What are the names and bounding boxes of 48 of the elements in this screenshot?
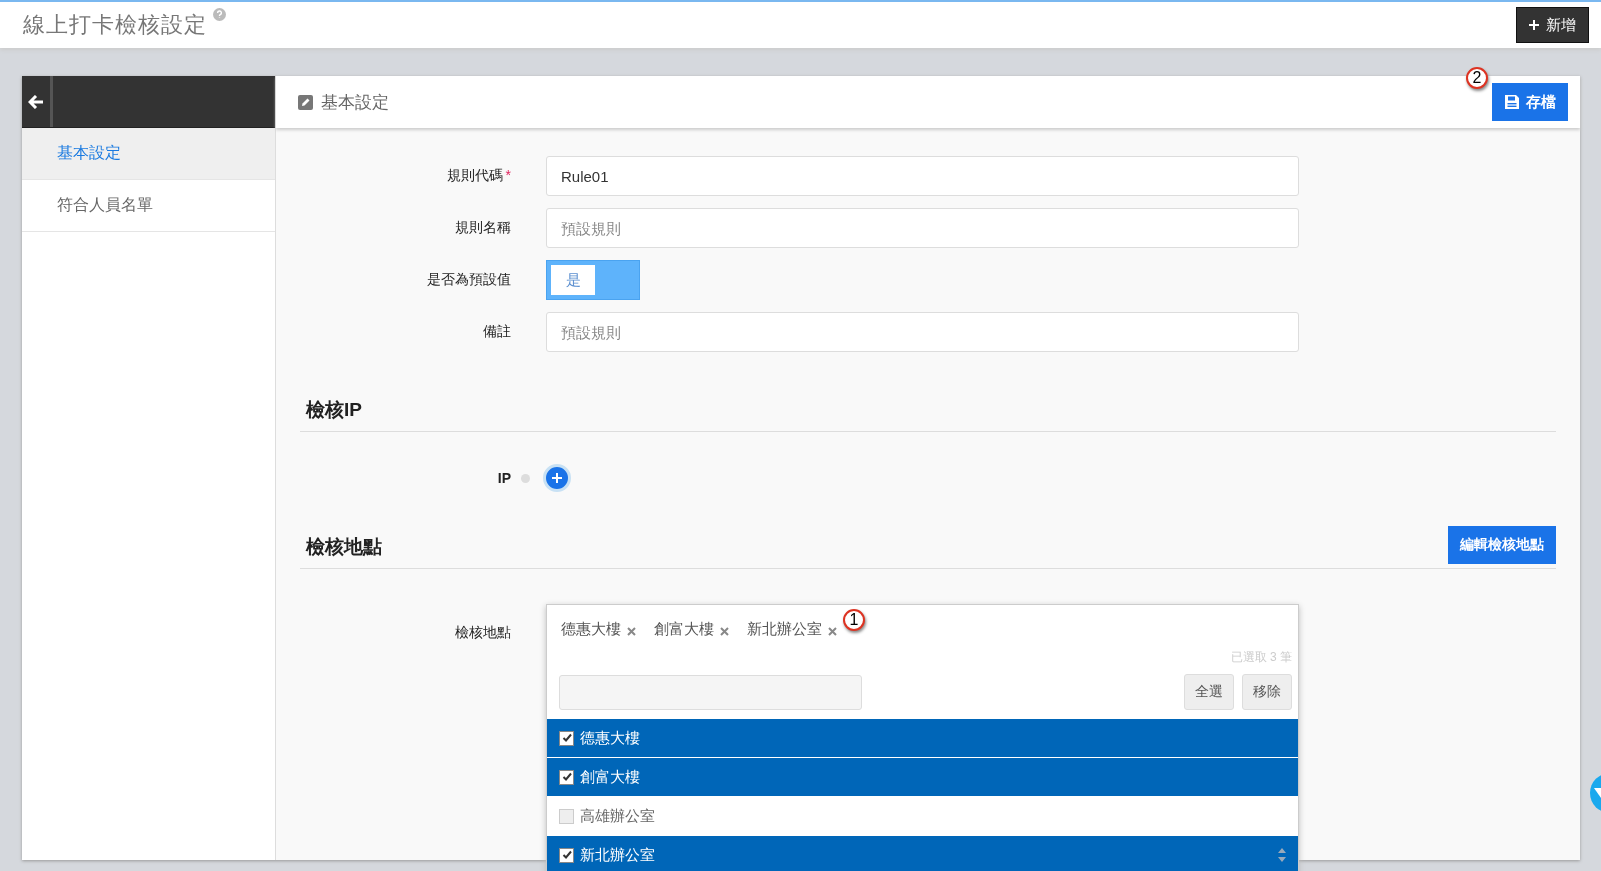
remove-button[interactable]: 移除 xyxy=(1242,674,1292,710)
close-icon[interactable] xyxy=(627,626,636,636)
checkbox[interactable] xyxy=(559,769,574,785)
field-label: 檢核地點 xyxy=(455,624,511,642)
section-title: 檢核IP xyxy=(306,397,362,422)
selected-tag: 德惠大樓 xyxy=(561,619,621,639)
field-label: 是否為預設值 xyxy=(427,271,511,289)
save-button[interactable]: 存檔 xyxy=(1492,83,1568,121)
left-arrow-icon xyxy=(28,94,44,109)
option-item[interactable]: 高雄辦公室 xyxy=(547,796,1298,835)
option-item[interactable]: 創富大樓 xyxy=(547,757,1298,796)
close-icon[interactable] xyxy=(720,626,729,636)
add-ip-button[interactable] xyxy=(543,464,571,492)
scroll-arrows-icon xyxy=(1278,848,1286,862)
option-item[interactable]: 德惠大樓 xyxy=(547,718,1298,757)
text-field[interactable]: 預設規則 xyxy=(546,208,1299,248)
selected-tag: 創富大樓 xyxy=(654,619,714,639)
field-label: IP xyxy=(497,470,511,486)
close-icon[interactable] xyxy=(828,626,837,636)
sidebar-item[interactable]: 符合人員名單 xyxy=(22,180,275,232)
checkbox[interactable] xyxy=(559,847,574,863)
sidebar-item[interactable]: 基本設定 xyxy=(22,128,275,180)
help-icon[interactable] xyxy=(213,8,226,21)
edit-locations-button[interactable]: 編輯檢核地點 xyxy=(1448,525,1556,564)
panel-title: 基本設定 xyxy=(321,91,389,114)
save-icon xyxy=(1504,94,1520,110)
edit-icon xyxy=(298,94,313,110)
toggle-switch[interactable]: 是 xyxy=(546,260,640,300)
checkbox[interactable] xyxy=(559,808,574,824)
text-field[interactable]: Rule01 xyxy=(546,156,1299,196)
annotation-marker: 1 xyxy=(843,609,865,631)
option-item[interactable]: 新北辦公室 xyxy=(547,835,1298,871)
field-label: 規則名稱 xyxy=(455,219,511,237)
checkbox[interactable] xyxy=(559,730,574,746)
add-button[interactable]: 新增 xyxy=(1516,7,1589,43)
plus-icon xyxy=(552,473,562,483)
section-title: 檢核地點 xyxy=(306,534,382,559)
selected-tag: 新北辦公室 xyxy=(747,619,822,639)
page-title: 線上打卡檢核設定 xyxy=(23,11,207,39)
search-field[interactable] xyxy=(559,674,862,710)
plus-icon xyxy=(1529,20,1539,30)
required-mark: * xyxy=(505,167,511,185)
text-field[interactable]: 預設規則 xyxy=(546,312,1299,352)
field-label: 規則代碼 xyxy=(446,167,503,185)
annotation-marker: 2 xyxy=(1466,67,1488,89)
field-label: 備註 xyxy=(483,323,511,341)
select-all-button[interactable]: 全選 xyxy=(1184,674,1234,710)
status-dot-icon xyxy=(521,473,530,483)
